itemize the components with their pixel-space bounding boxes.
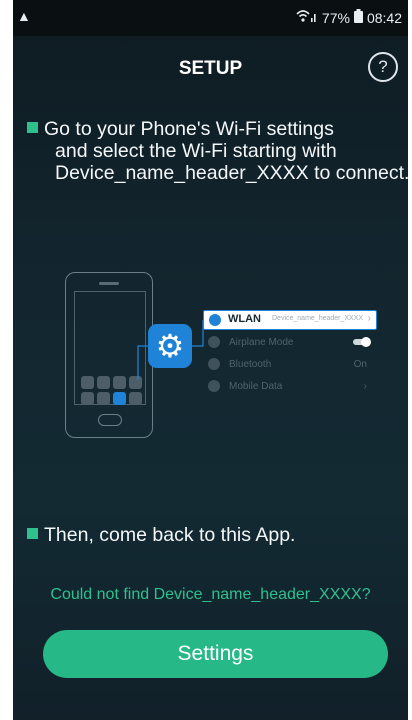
return-text: Then, come back to this App. xyxy=(44,524,296,546)
wlan-row: WLAN Device_name_header_XXXX › xyxy=(203,310,377,330)
app-screen: ▲ 77% 08:42 SETUP ? Go to your Phone's W… xyxy=(13,0,408,720)
page-title: SETUP xyxy=(178,58,243,79)
settings-gear-icon: ⚙ xyxy=(148,324,192,368)
wlan-label: WLAN xyxy=(228,313,261,325)
return-instruction: Then, come back to this App. xyxy=(27,524,295,547)
status-bar: ▲ 77% 08:42 xyxy=(13,0,408,36)
bullet-icon xyxy=(27,528,38,539)
menu-row-airplane: Airplane Mode xyxy=(203,334,375,352)
warning-icon: ▲ xyxy=(17,8,31,24)
status-right: 77% 08:42 xyxy=(296,9,402,26)
menu-row-mobile-data: Mobile Data › xyxy=(203,378,375,396)
clock: 08:42 xyxy=(366,9,402,26)
menu-row-bluetooth: Bluetooth On xyxy=(203,356,375,374)
device-not-found-link[interactable]: Could not find Device_name_header_XXXX? xyxy=(13,586,408,604)
mobile-data-icon xyxy=(208,380,220,392)
wifi-icon xyxy=(209,314,221,326)
help-icon[interactable]: ? xyxy=(368,52,398,82)
instruction-line-3: Device_name_header_XXXX to connect. xyxy=(55,162,408,184)
wifi-illustration: ⚙ WLAN Device_name_header_XXXX › Airplan… xyxy=(53,268,393,443)
airplane-icon xyxy=(208,336,220,348)
app-bar: SETUP ? xyxy=(13,36,408,100)
bullet-icon xyxy=(27,122,38,133)
instruction-line-1: Go to your Phone's Wi-Fi settings xyxy=(44,118,334,140)
wifi-instruction: Go to your Phone's Wi-Fi settings and se… xyxy=(27,118,408,184)
wifi-signal-icon xyxy=(296,9,318,26)
battery-percent: 77% xyxy=(321,9,350,26)
chevron-right-icon: › xyxy=(367,313,371,324)
battery-icon xyxy=(353,9,363,26)
toggle-icon xyxy=(353,337,371,347)
instruction-line-2: and select the Wi-Fi starting with xyxy=(55,140,337,162)
wlan-value: Device_name_header_XXXX xyxy=(272,315,364,322)
bluetooth-icon xyxy=(208,358,220,370)
settings-button[interactable]: Settings xyxy=(43,630,388,678)
